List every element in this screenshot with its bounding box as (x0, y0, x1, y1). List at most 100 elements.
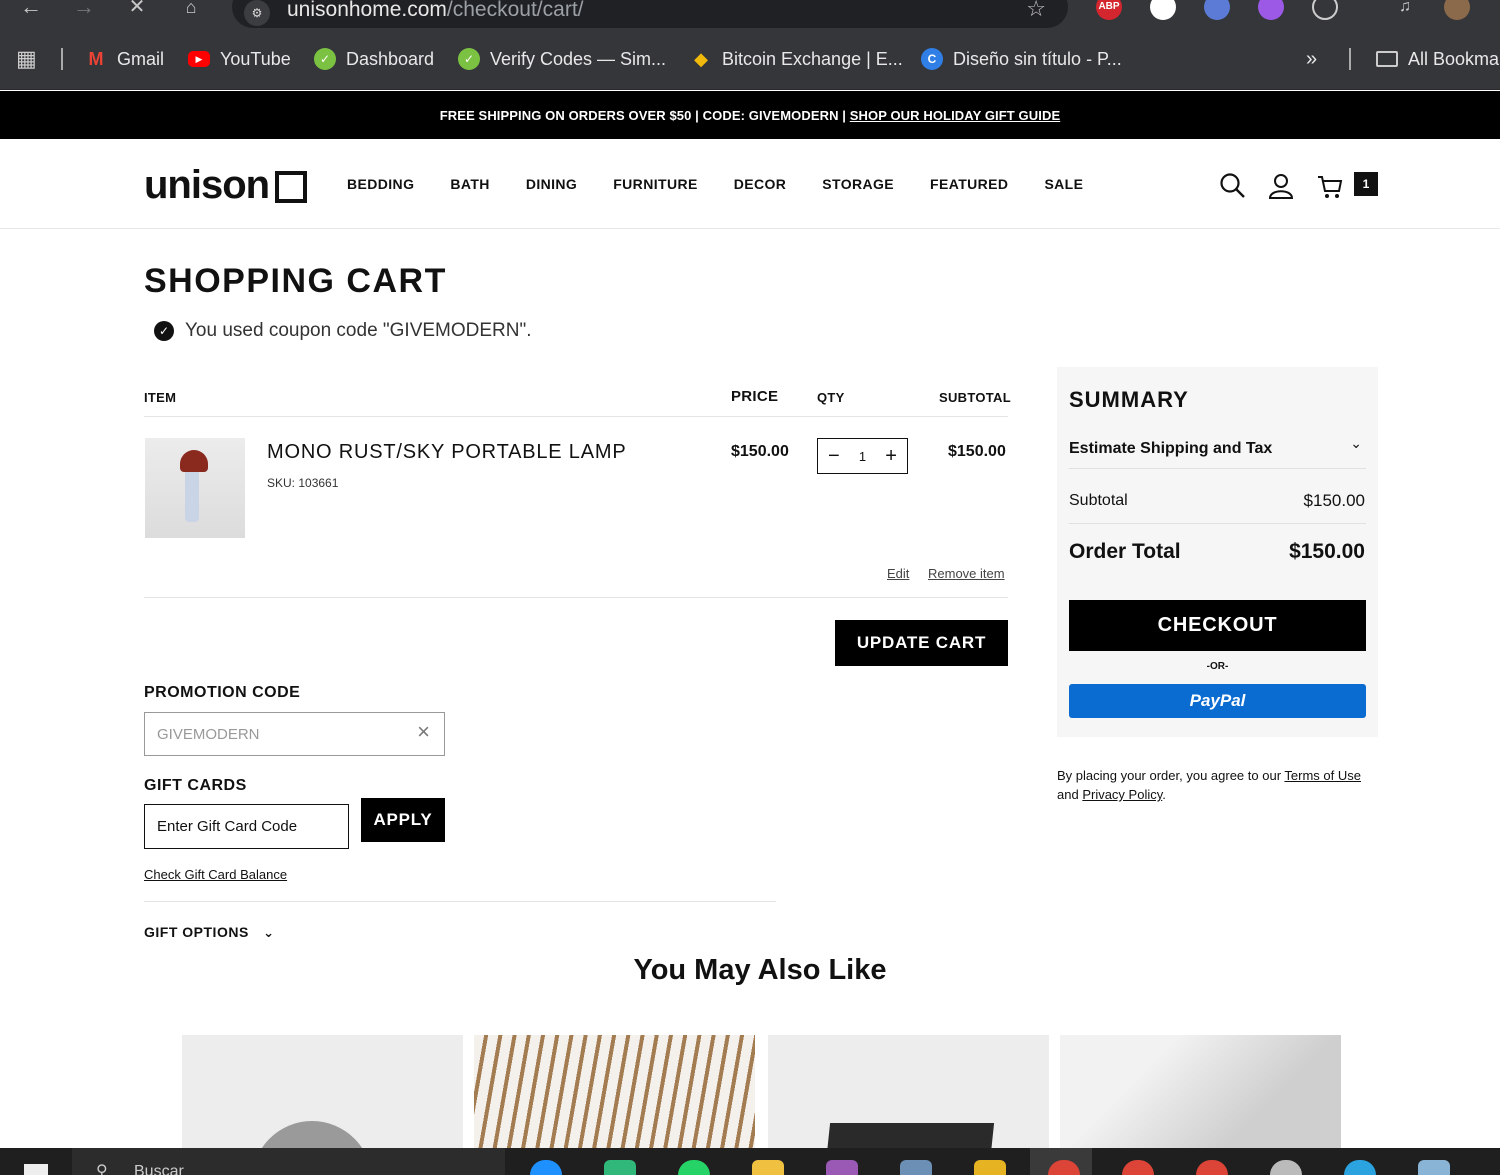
app-icon[interactable] (1418, 1160, 1450, 1175)
whatsapp-icon[interactable] (678, 1160, 710, 1175)
account-icon[interactable] (1267, 172, 1295, 200)
coupon-notice-text: You used coupon code "GIVEMODERN". (185, 320, 532, 341)
app-icon[interactable] (604, 1160, 636, 1175)
terms-prefix: By placing your order, you agree to our (1057, 768, 1285, 783)
unison-logo[interactable]: unison (144, 163, 308, 207)
taskbar-search-box[interactable]: ⚲ Buscar (72, 1148, 505, 1175)
update-cart-button[interactable]: UPDATE CART (835, 620, 1008, 666)
check-badge-icon: ✓ (458, 48, 480, 70)
media-queue-icon[interactable]: ♫ (1392, 0, 1418, 20)
cart-icon[interactable] (1316, 172, 1344, 200)
file-explorer-icon[interactable] (752, 1160, 784, 1175)
chrome-icon[interactable] (1196, 1160, 1228, 1175)
terms-notice: By placing your order, you agree to our … (1057, 766, 1377, 804)
quantity-value[interactable]: 1 (859, 449, 866, 464)
gift-guide-link[interactable]: SHOP OUR HOLIDAY GIFT GUIDE (850, 108, 1061, 123)
youtube-icon: ▶ (188, 51, 210, 67)
minus-icon[interactable]: − (828, 446, 840, 466)
extension-icon[interactable] (1204, 0, 1230, 20)
bookmark-canva[interactable]: C Diseño sin título - P... (921, 47, 1122, 71)
product-name[interactable]: MONO RUST/SKY PORTABLE LAMP (267, 441, 626, 464)
edit-item-link[interactable]: Edit (887, 566, 909, 581)
nav-sale[interactable]: SALE (1044, 176, 1083, 192)
order-total-label: Order Total (1069, 540, 1181, 563)
profile-avatar[interactable] (1444, 0, 1470, 20)
nav-decor[interactable]: DECOR (734, 176, 787, 192)
terms-of-use-link[interactable]: Terms of Use (1284, 768, 1361, 783)
remove-item-link[interactable]: Remove item (928, 566, 1005, 581)
bookmark-label: YouTube (220, 48, 291, 69)
search-icon[interactable] (1218, 172, 1246, 200)
check-gift-card-balance-link[interactable]: Check Gift Card Balance (144, 867, 287, 882)
clear-icon[interactable]: × (417, 719, 430, 745)
logo-text: unison (144, 163, 270, 207)
bookmark-dashboard[interactable]: ✓ Dashboard (314, 47, 434, 71)
product-sku: SKU: 103661 (267, 476, 339, 490)
bookmark-star-icon[interactable]: ☆ (1026, 0, 1046, 22)
product-thumbnail (252, 1121, 372, 1149)
app-icon[interactable] (974, 1160, 1006, 1175)
estimate-shipping-toggle[interactable]: Estimate Shipping and Tax (1069, 440, 1272, 458)
promotion-code-input[interactable]: GIVEMODERN × (144, 712, 445, 756)
chevron-down-icon[interactable]: ⌄ (1350, 435, 1362, 452)
page-title: SHOPPING CART (144, 262, 447, 300)
address-bar[interactable]: ⚙ unisonhome.com/checkout/cart/ ☆ (232, 0, 1068, 28)
nav-bedding[interactable]: BEDDING (347, 176, 414, 192)
bookmark-verify-codes[interactable]: ✓ Verify Codes — Sim... (458, 47, 666, 71)
promotion-code-heading: PROMOTION CODE (144, 684, 301, 701)
logo-square (275, 171, 308, 203)
recommended-product-card[interactable] (182, 1035, 463, 1149)
telegram-icon[interactable] (1344, 1160, 1376, 1175)
apply-gift-card-button[interactable]: APPLY (361, 798, 445, 842)
forward-arrow-icon[interactable]: → (71, 0, 97, 20)
bookmarks-bar: ▦ M Gmail ▶ YouTube ✓ Dashboard ✓ Verify… (0, 28, 1500, 90)
checkout-button[interactable]: CHECKOUT (1069, 600, 1366, 651)
chevron-down-icon: ⌄ (263, 925, 275, 940)
extension-icon[interactable] (1258, 0, 1284, 20)
close-icon[interactable]: ✕ (124, 0, 150, 20)
all-bookmarks-folder[interactable]: All Bookma (1376, 47, 1499, 71)
plus-icon[interactable]: + (885, 446, 897, 466)
home-icon[interactable]: ⌂ (178, 0, 204, 20)
cart-count-badge[interactable]: 1 (1354, 172, 1378, 196)
site-header: unison BEDDING BATH DINING FURNITURE DEC… (0, 139, 1500, 229)
adblock-extension-icon[interactable]: ABP (1096, 0, 1122, 20)
product-price: $150.00 (731, 443, 789, 460)
edge-icon[interactable] (530, 1160, 562, 1175)
recommended-product-card[interactable] (768, 1035, 1049, 1149)
app-icon[interactable] (826, 1160, 858, 1175)
back-arrow-icon[interactable]: ← (18, 0, 44, 20)
lamp-body (185, 466, 199, 522)
settings-gear-icon[interactable] (1270, 1160, 1302, 1175)
site-settings-icon[interactable]: ⚙ (244, 0, 270, 26)
privacy-policy-link[interactable]: Privacy Policy (1082, 787, 1162, 802)
chrome-icon[interactable] (1122, 1160, 1154, 1175)
nav-furniture[interactable]: FURNITURE (613, 176, 697, 192)
gift-card-input[interactable]: Enter Gift Card Code (144, 804, 349, 849)
nav-featured[interactable]: FEATURED (930, 176, 1008, 192)
nav-storage[interactable]: STORAGE (822, 176, 894, 192)
bookmark-label: Bitcoin Exchange | E... (722, 48, 903, 69)
product-image[interactable] (145, 438, 245, 538)
calculator-icon[interactable] (900, 1160, 932, 1175)
bookmarks-separator (1349, 48, 1351, 70)
bookmark-youtube[interactable]: ▶ YouTube (188, 47, 291, 71)
nav-bath[interactable]: BATH (450, 176, 489, 192)
nav-dining[interactable]: DINING (526, 176, 577, 192)
paypal-button[interactable]: PayPal (1069, 684, 1366, 718)
bookmark-gmail[interactable]: M Gmail (85, 47, 165, 71)
quantity-stepper[interactable]: − 1 + (817, 438, 908, 474)
more-bookmarks-chevron-icon[interactable]: » (1306, 47, 1317, 71)
windows-start-icon[interactable] (24, 1164, 48, 1175)
gift-options-label: GIFT OPTIONS (144, 924, 249, 940)
recommended-product-card[interactable] (474, 1035, 755, 1149)
gift-options-toggle[interactable]: GIFT OPTIONS ⌄ (144, 924, 275, 941)
bookmark-bitcoin-exchange[interactable]: ◆ Bitcoin Exchange | E... (690, 47, 903, 71)
extensions-puzzle-icon[interactable] (1312, 0, 1338, 20)
extension-icon[interactable] (1150, 0, 1176, 20)
apps-grid-icon[interactable]: ▦ (16, 46, 37, 71)
bookmark-label: All Bookma (1408, 48, 1500, 69)
product-subtotal: $150.00 (948, 443, 1006, 460)
recommended-product-card[interactable] (1060, 1035, 1341, 1149)
terms-middle: and (1057, 787, 1083, 802)
